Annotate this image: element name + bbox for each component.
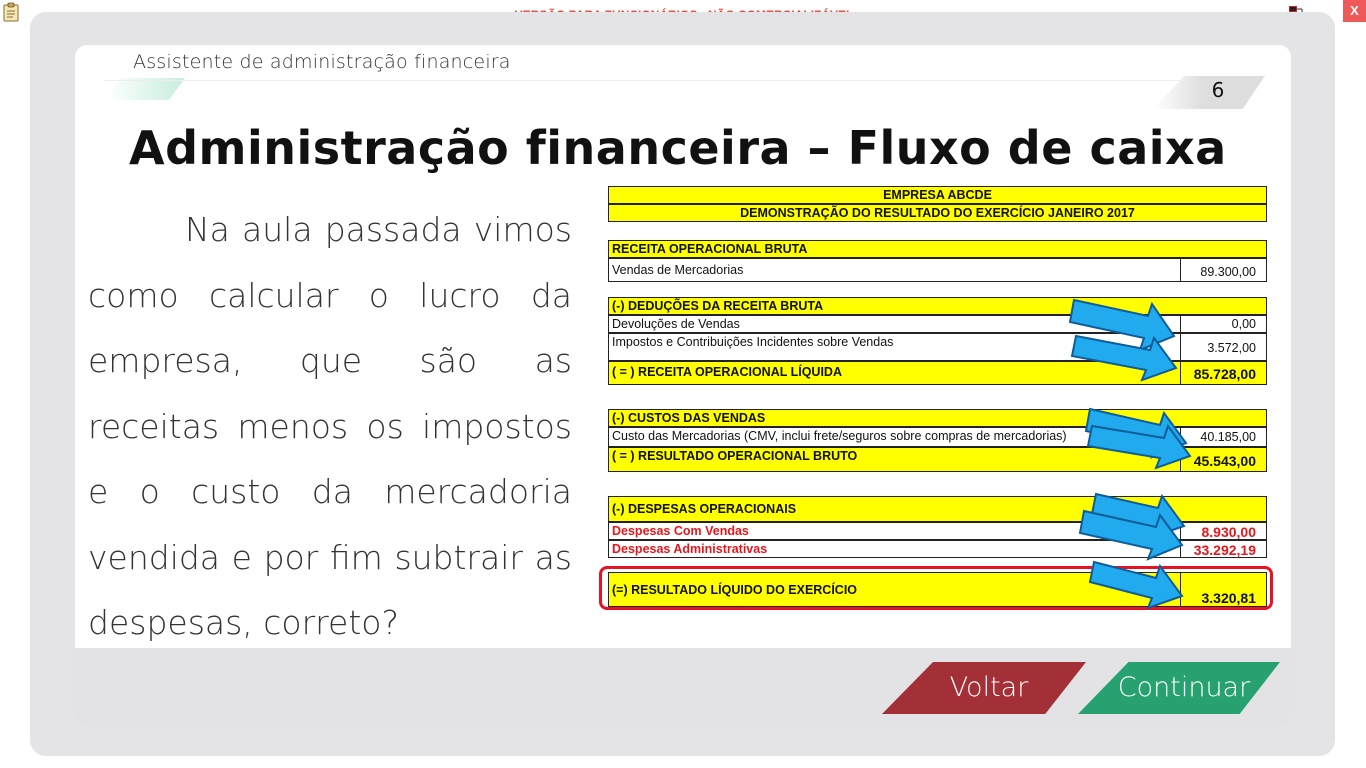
arrow-icon xyxy=(1088,560,1184,610)
company-name-row: EMPRESA ABCDE xyxy=(608,186,1267,204)
devolucoes-label: Devoluções de Vendas xyxy=(612,317,740,331)
resultado-bruto-label: ( = ) RESULTADO OPERACIONAL BRUTO xyxy=(612,449,858,463)
receita-bruta-header: RECEITA OPERACIONAL BRUTA xyxy=(608,240,1267,258)
despesas-vendas-value: 8.930,00 xyxy=(1180,522,1266,540)
vendas-row: Vendas de Mercadorias 89.300,00 xyxy=(608,258,1267,282)
lesson-paragraph: Na aula passada vimos como calcular o lu… xyxy=(88,210,572,642)
receita-liquida-value: 85.728,00 xyxy=(1180,361,1266,385)
statement-title-row: DEMONSTRAÇÃO DO RESULTADO DO EXERCÍCIO J… xyxy=(608,204,1267,222)
continue-button-label: Continuar xyxy=(1117,672,1251,703)
receita-liquida-label: ( = ) RECEITA OPERACIONAL LÍQUIDA xyxy=(612,365,842,379)
page-title: Administração financeira – Fluxo de caix… xyxy=(129,121,1227,175)
arrow-icon xyxy=(1070,334,1178,382)
close-button[interactable]: X xyxy=(1343,0,1366,22)
impostos-label: Impostos e Contribuições Incidentes sobr… xyxy=(612,335,894,349)
despesas-adm-value: 33.292,19 xyxy=(1180,540,1266,558)
header-rule xyxy=(105,80,1205,81)
impostos-value: 3.572,00 xyxy=(1180,333,1266,361)
header-accent xyxy=(105,78,185,100)
clipboard-icon[interactable] xyxy=(3,2,19,22)
devolucoes-value: 0,00 xyxy=(1180,315,1266,333)
despesas-vendas-label: Despesas Com Vendas xyxy=(612,524,749,538)
back-button-label: Voltar xyxy=(949,672,1029,703)
despesas-adm-label: Despesas Administrativas xyxy=(612,542,768,556)
cmv-label: Custo das Mercadorias (CMV, inclui frete… xyxy=(612,429,1067,443)
arrow-icon xyxy=(1078,509,1184,561)
app-title: Assistente de administração financeira xyxy=(133,51,511,73)
vendas-value: 89.300,00 xyxy=(1180,258,1266,282)
page-number: 6 xyxy=(1211,78,1225,102)
arrow-icon xyxy=(1086,423,1192,470)
vendas-label: Vendas de Mercadorias xyxy=(612,263,744,277)
slide-card: Assistente de administração financeira 6… xyxy=(75,45,1291,727)
